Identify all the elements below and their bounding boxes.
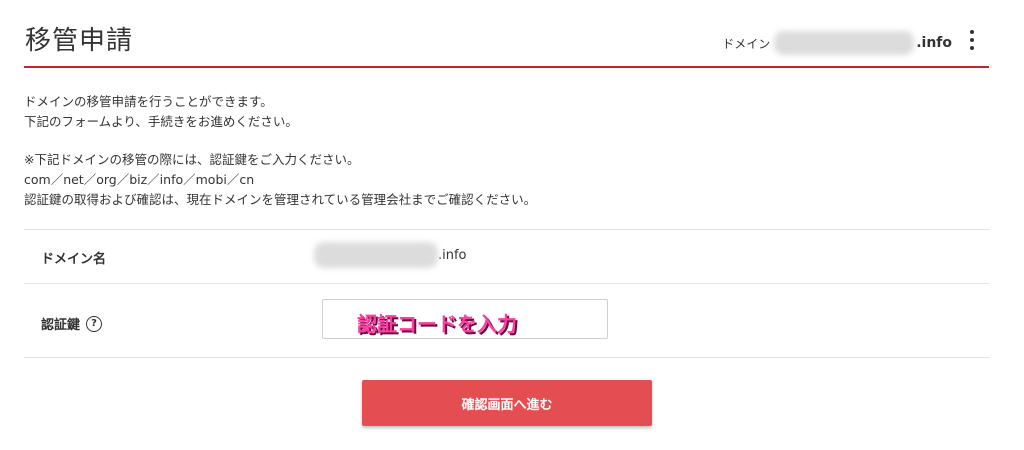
notes-line: com／net／org／biz／info／mobi／cn bbox=[24, 172, 255, 187]
domain-value-suffix: .info bbox=[438, 247, 467, 263]
header-domain: ドメイン .info bbox=[722, 31, 952, 55]
notes-line: 認証鍵の取得および確認は、現在ドメインを管理されている管理会社までご確認ください… bbox=[24, 192, 537, 207]
notes-line: ※下記ドメインの移管の際には、認証鍵をご入力ください。 bbox=[24, 152, 360, 167]
domain-name-value: .info bbox=[314, 242, 467, 268]
auth-key-label-wrap: 認証鍵 ? bbox=[41, 314, 103, 333]
intro-line: 下記のフォームより、手続きをお進めください。 bbox=[24, 114, 298, 129]
intro-line: ドメインの移管申請を行うことができます。 bbox=[24, 94, 273, 109]
page-header: 移管申請 ドメイン .info bbox=[24, 0, 989, 68]
page-title: 移管申請 bbox=[25, 26, 134, 56]
auth-key-input-annotation: 認証コードを入力 bbox=[357, 312, 517, 336]
domain-name-row: ドメイン名 .info bbox=[24, 229, 989, 284]
redacted-domain bbox=[774, 31, 915, 55]
domain-name-label: ドメイン名 bbox=[41, 252, 107, 267]
intro-text: ドメインの移管申請を行うことができます。 下記のフォームより、手続きをお進めくだ… bbox=[24, 92, 298, 132]
header-domain-label: ドメイン bbox=[722, 36, 771, 51]
redacted-domain bbox=[314, 242, 438, 268]
header-domain-suffix: .info bbox=[916, 35, 952, 51]
auth-key-label: 認証鍵 bbox=[41, 318, 81, 333]
auth-key-row: 認証鍵 ? 認証コードを入力 bbox=[24, 283, 989, 358]
help-icon[interactable]: ? bbox=[86, 315, 103, 332]
auth-key-input[interactable]: 認証コードを入力 bbox=[322, 299, 608, 339]
notes-text: ※下記ドメインの移管の際には、認証鍵をご入力ください。 com／net／org／… bbox=[24, 150, 536, 210]
more-vertical-icon[interactable] bbox=[965, 28, 979, 52]
confirm-button[interactable]: 確認画面へ進む bbox=[362, 380, 652, 426]
